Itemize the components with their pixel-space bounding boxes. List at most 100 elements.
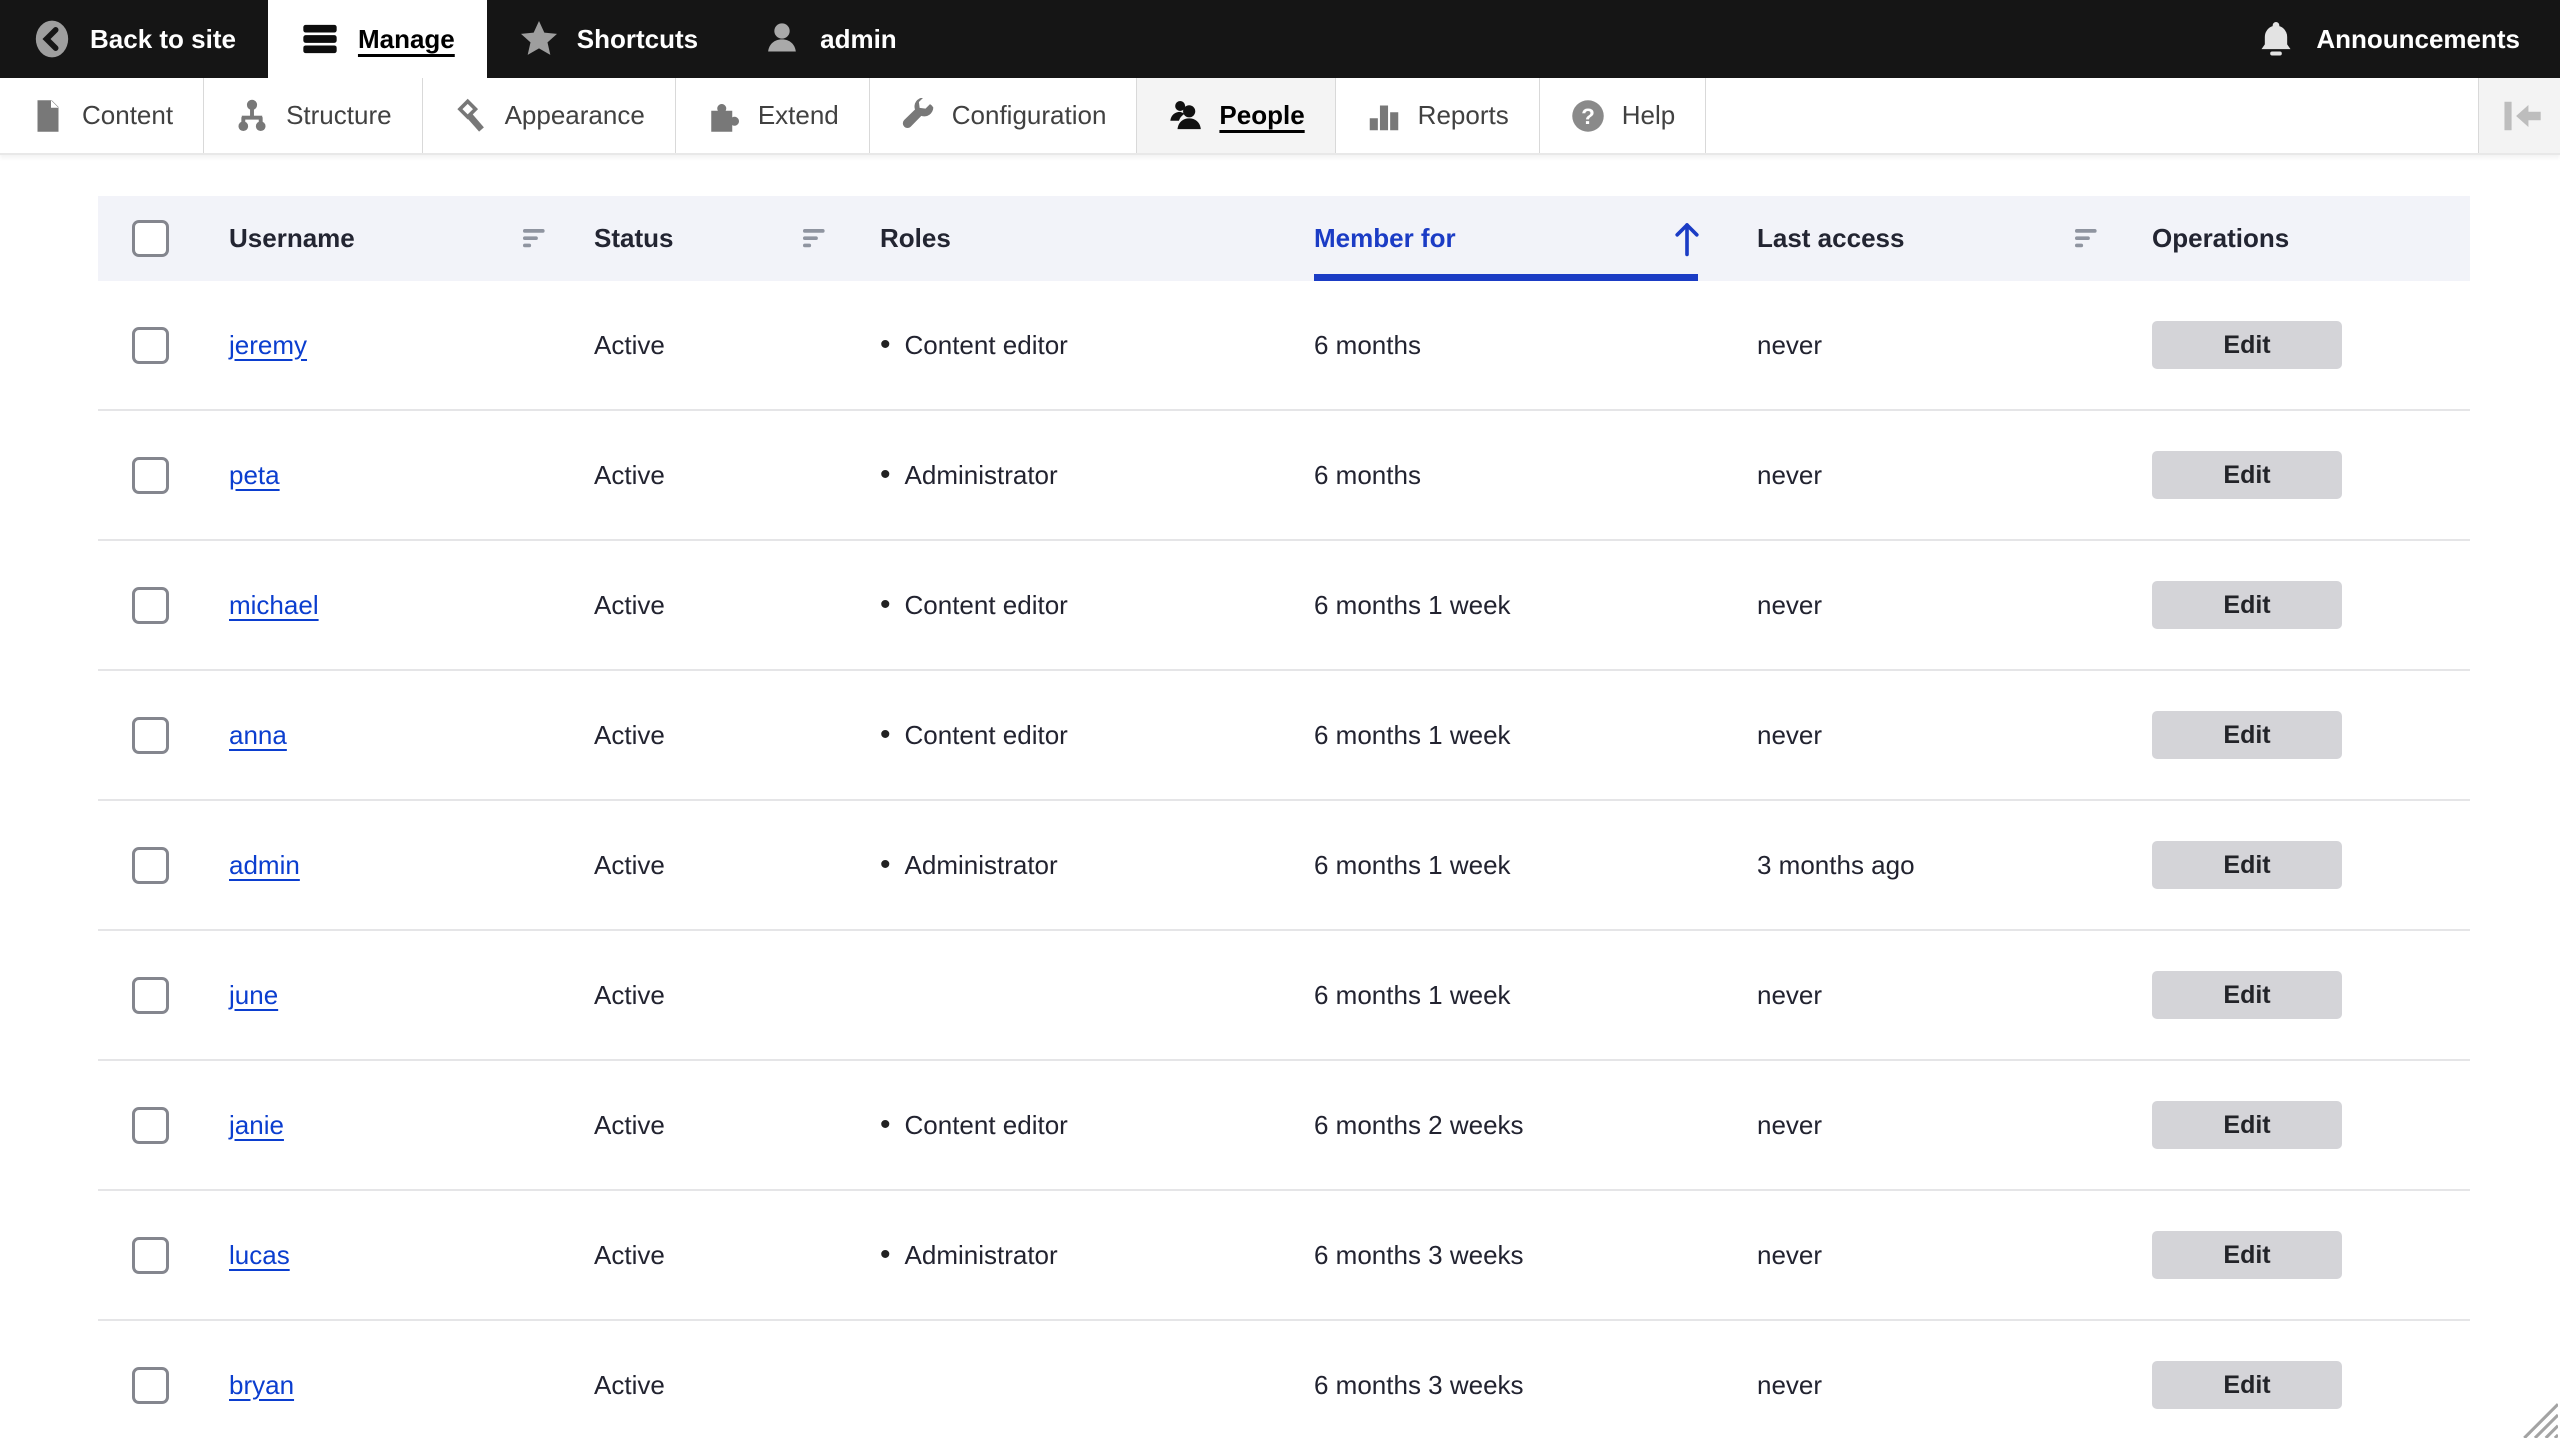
role-value: Content editor xyxy=(904,329,1068,360)
active-sort-underline xyxy=(1314,274,1698,281)
table-row: peta Active Administrator 6 months n xyxy=(98,411,2470,541)
member-for-value: 6 months xyxy=(1314,329,1421,360)
tab-appearance[interactable]: Appearance xyxy=(423,78,676,153)
username-link[interactable]: anna xyxy=(229,720,287,751)
table-row: jeremy Active Content editor 6 months xyxy=(98,281,2470,411)
edit-button[interactable]: Edit xyxy=(2152,711,2342,759)
username-link[interactable]: peta xyxy=(229,460,280,491)
tab-extend[interactable]: Extend xyxy=(676,78,870,153)
tab-people[interactable]: People xyxy=(1137,78,1336,153)
select-all-checkbox[interactable] xyxy=(132,220,169,257)
row-select-checkbox[interactable] xyxy=(132,1106,169,1144)
username-link[interactable]: janie xyxy=(229,1110,284,1141)
username-link[interactable]: lucas xyxy=(229,1240,290,1271)
document-icon xyxy=(30,98,66,134)
edit-button[interactable]: Edit xyxy=(2152,1361,2342,1409)
tab-configuration[interactable]: Configuration xyxy=(870,78,1138,153)
edit-button[interactable]: Edit xyxy=(2152,971,2342,1019)
row-select-checkbox[interactable] xyxy=(132,976,169,1014)
member-for-value: 6 months 2 weeks xyxy=(1314,1109,1524,1140)
table-row: june Active 6 months 1 week never Edit xyxy=(98,931,2470,1061)
status-value: Active xyxy=(594,459,665,490)
row-select-checkbox[interactable] xyxy=(132,326,169,364)
sitemap-icon xyxy=(234,98,270,134)
last-access-value: never xyxy=(1757,1369,1823,1400)
status-value: Active xyxy=(594,589,665,620)
row-select-checkbox[interactable] xyxy=(132,1236,169,1274)
table-row: admin Active Administrator 6 months 1 we… xyxy=(98,801,2470,931)
member-for-value: 6 months 1 week xyxy=(1314,979,1511,1010)
status-value: Active xyxy=(594,849,665,880)
username-link[interactable]: jeremy xyxy=(229,330,307,361)
last-access-value: never xyxy=(1757,589,1823,620)
shortcuts-label: Shortcuts xyxy=(576,23,699,54)
announcements-label: Announcements xyxy=(2316,23,2520,54)
toolbar-orientation-toggle[interactable] xyxy=(2478,78,2560,153)
user-icon xyxy=(762,19,802,59)
column-header-roles: Roles xyxy=(880,223,951,253)
bar-chart-icon xyxy=(1366,98,1402,134)
tab-content[interactable]: Content xyxy=(0,78,205,153)
column-header-status[interactable]: Status xyxy=(594,196,880,281)
role-value: Content editor xyxy=(904,719,1068,750)
edit-button[interactable]: Edit xyxy=(2152,1101,2342,1149)
last-access-value: never xyxy=(1757,329,1823,360)
select-all-cell xyxy=(98,196,229,281)
edit-button[interactable]: Edit xyxy=(2152,1231,2342,1279)
menu-icon xyxy=(300,19,340,59)
username-link[interactable]: june xyxy=(229,980,278,1011)
back-to-site-label: Back to site xyxy=(90,23,236,54)
row-select-checkbox[interactable] xyxy=(132,456,169,494)
status-value: Active xyxy=(594,719,665,750)
back-to-site-button[interactable]: Back to site xyxy=(0,0,268,78)
column-header-last-access[interactable]: Last access xyxy=(1757,196,2152,281)
admin-user-button[interactable]: admin xyxy=(730,0,929,78)
edit-button[interactable]: Edit xyxy=(2152,581,2342,629)
users-table: Username Status Roles Member for Last ac… xyxy=(98,196,2470,1440)
status-value: Active xyxy=(594,329,665,360)
tab-reports[interactable]: Reports xyxy=(1336,78,1540,153)
last-access-value: never xyxy=(1757,979,1823,1010)
status-value: Active xyxy=(594,1369,665,1400)
table-header-row: Username Status Roles Member for Last ac… xyxy=(98,196,2470,281)
collapse-left-icon xyxy=(2503,101,2541,130)
last-access-value: never xyxy=(1757,1109,1823,1140)
shortcuts-button[interactable]: Shortcuts xyxy=(487,0,730,78)
table-row: lucas Active Administrator 6 months 3 we… xyxy=(98,1191,2470,1321)
row-select-checkbox[interactable] xyxy=(132,846,169,884)
svg-text:?: ? xyxy=(1581,104,1595,129)
table-body: jeremy Active Content editor 6 months xyxy=(98,281,2470,1440)
column-header-member-for-sorted[interactable]: Member for xyxy=(1314,196,1757,281)
edit-button[interactable]: Edit xyxy=(2152,451,2342,499)
window-resize-grip[interactable] xyxy=(2512,1392,2558,1438)
bell-icon xyxy=(2256,19,2296,59)
row-select-checkbox[interactable] xyxy=(132,586,169,624)
tab-structure[interactable]: Structure xyxy=(204,78,423,153)
member-for-value: 6 months 1 week xyxy=(1314,719,1511,750)
admin-toolbar: Back to site Manage Shortcuts admin Anno… xyxy=(0,0,2560,78)
sort-icon xyxy=(803,228,830,249)
question-icon: ? xyxy=(1570,98,1606,134)
edit-button[interactable]: Edit xyxy=(2152,321,2342,369)
back-circle-icon xyxy=(32,19,72,59)
tab-help[interactable]: ? Help xyxy=(1540,78,1707,153)
row-select-checkbox[interactable] xyxy=(132,1366,169,1404)
username-link[interactable]: admin xyxy=(229,850,300,881)
wrench-icon xyxy=(900,97,936,134)
last-access-value: never xyxy=(1757,719,1823,750)
username-link[interactable]: bryan xyxy=(229,1370,294,1401)
announcements-button[interactable]: Announcements xyxy=(2216,0,2560,78)
role-value: Administrator xyxy=(904,459,1058,490)
last-access-value: 3 months ago xyxy=(1757,849,1915,880)
sort-icon xyxy=(2075,228,2102,249)
row-select-checkbox[interactable] xyxy=(132,716,169,754)
role-value: Content editor xyxy=(904,589,1068,620)
status-value: Active xyxy=(594,1239,665,1270)
manage-button[interactable]: Manage xyxy=(267,0,487,78)
table-row: anna Active Content editor 6 months 1 we… xyxy=(98,671,2470,801)
edit-button[interactable]: Edit xyxy=(2152,841,2342,889)
column-header-username[interactable]: Username xyxy=(229,196,594,281)
puzzle-icon xyxy=(706,98,742,134)
username-link[interactable]: michael xyxy=(229,590,319,621)
